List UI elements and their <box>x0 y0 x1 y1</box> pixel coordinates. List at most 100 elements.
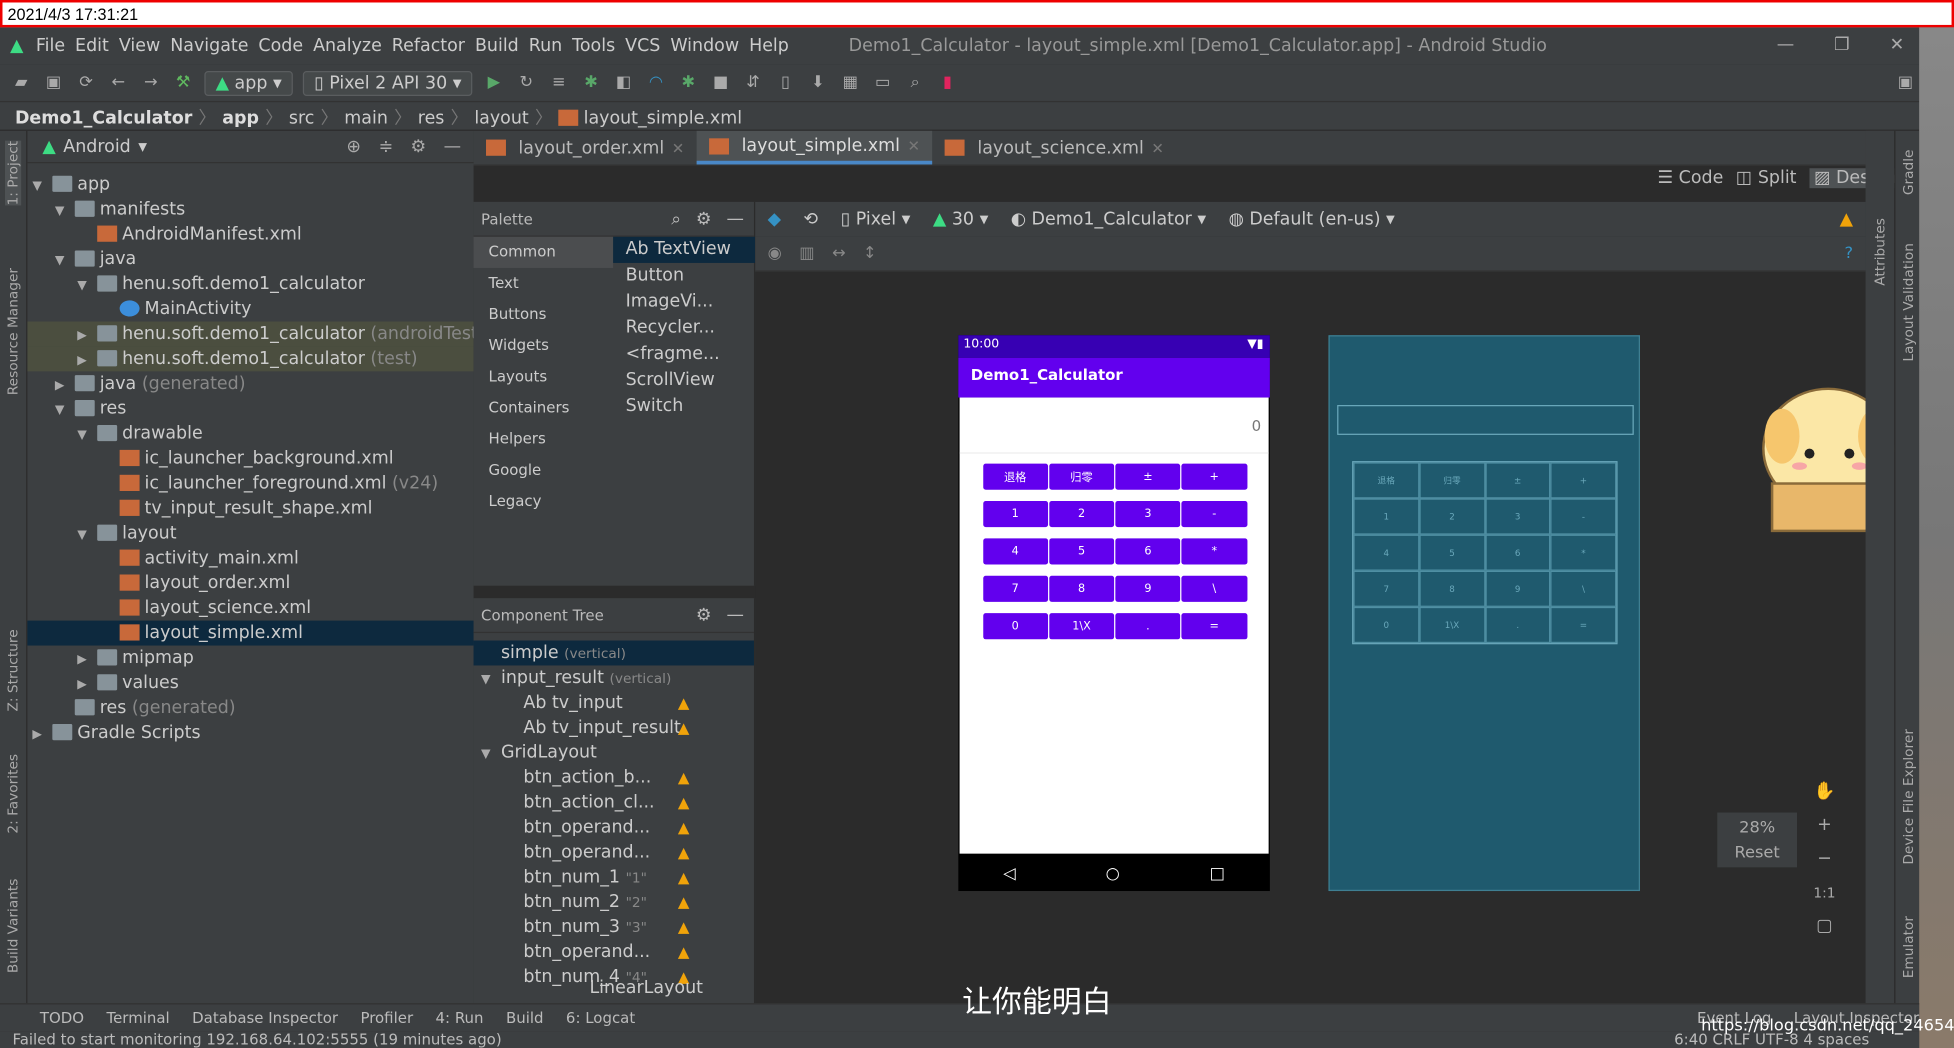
component-tree-row[interactable]: btn_operand... ▲ <box>474 940 754 965</box>
warning-icon[interactable]: ▲ <box>678 815 690 840</box>
tree-item[interactable]: res (generated) <box>27 695 473 720</box>
blueprint-key[interactable]: = <box>1550 606 1617 644</box>
tree-item[interactable]: ▼ app <box>27 172 473 197</box>
calc-key[interactable]: 2 <box>1048 500 1115 528</box>
palette-item[interactable]: ImageVi... <box>613 289 755 315</box>
expand-arrow-icon[interactable]: ▼ <box>481 668 501 693</box>
tree-item[interactable]: ▶ values <box>27 670 473 695</box>
blueprint-key[interactable]: 退格 <box>1353 462 1420 499</box>
minimize-icon[interactable]: — <box>1777 35 1794 55</box>
blueprint-key[interactable]: 8 <box>1419 570 1485 607</box>
breadcrumb-item[interactable]: Demo1_Calculator <box>15 108 192 128</box>
palette-category-buttons[interactable]: Buttons <box>474 299 614 330</box>
debug-icon[interactable]: ✱ <box>580 74 602 93</box>
calc-key[interactable]: + <box>1181 463 1247 490</box>
apply-code-icon[interactable]: ≡ <box>547 74 569 93</box>
warning-icon[interactable]: ▲ <box>1840 209 1853 229</box>
palette-category-google[interactable]: Google <box>474 455 614 486</box>
tree-item[interactable]: ic_launcher_background.xml <box>27 446 473 471</box>
blueprint-key[interactable]: + <box>1550 462 1617 499</box>
breadcrumb-item[interactable]: layout_simple.xml <box>584 108 742 128</box>
breadcrumb-item[interactable]: layout <box>474 108 528 128</box>
component-tree-row[interactable]: btn_num_1 "1" ▲ <box>474 865 754 890</box>
blueprint-key[interactable]: 0 <box>1353 606 1420 644</box>
blueprint-key[interactable]: 4 <box>1353 534 1420 571</box>
emulator-tab[interactable]: Emulator <box>1900 916 1916 978</box>
blueprint-key[interactable]: - <box>1550 498 1617 535</box>
palette-category-common[interactable]: Common <box>473 236 614 268</box>
menu-window[interactable]: Window <box>670 36 739 56</box>
hide-icon[interactable]: — <box>444 136 461 156</box>
tree-item[interactable]: ▶ henu.soft.demo1_calculator (androidTest… <box>27 321 485 347</box>
zoom-out-icon[interactable]: − <box>1809 842 1839 876</box>
tab-layout-simple[interactable]: layout_simple.xml ✕ <box>696 130 933 165</box>
tree-item[interactable]: ▶ henu.soft.demo1_calculator (test) <box>27 346 474 372</box>
breadcrumb-item[interactable]: src <box>289 108 314 128</box>
tree-item[interactable]: AndroidManifest.xml <box>27 222 473 247</box>
component-tree-row[interactable]: Ab tv_input ▲ <box>474 690 754 715</box>
theme-select[interactable]: ◐ Demo1_Calculator ▾ <box>1011 209 1206 229</box>
gradle-tab[interactable]: Gradle <box>1900 150 1916 196</box>
build-variants-tab[interactable]: Build Variants <box>5 879 21 974</box>
palette-item[interactable]: Button <box>613 263 755 289</box>
attach-icon[interactable]: ◧ <box>612 74 634 93</box>
palette-category-containers[interactable]: Containers <box>474 393 614 424</box>
warning-icon[interactable]: ▲ <box>678 865 690 890</box>
tree-item[interactable]: ic_launcher_foreground.xml (v24) <box>27 471 473 496</box>
palette-category-widgets[interactable]: Widgets <box>474 330 614 361</box>
blueprint-key[interactable]: 1 <box>1353 498 1420 535</box>
palette-item[interactable]: Ab TextView <box>613 236 756 263</box>
tool-6-logcat[interactable]: 6: Logcat <box>566 1009 635 1026</box>
calc-key[interactable]: 1\X <box>1048 613 1115 640</box>
orientation-icon[interactable]: ⟲ <box>804 209 819 229</box>
blueprint-key[interactable]: 5 <box>1419 534 1485 571</box>
warning-icon[interactable]: ▲ <box>678 840 690 865</box>
blueprint-key[interactable]: * <box>1550 534 1617 571</box>
layout-validation-tab[interactable]: Layout Validation <box>1900 243 1916 362</box>
profile-icon[interactable]: ◠ <box>645 74 667 93</box>
component-tree-row[interactable]: simple (vertical) <box>473 640 754 666</box>
component-tree-row[interactable]: ▼ input_result (vertical) <box>474 665 754 690</box>
tree-item[interactable]: layout_simple.xml <box>27 620 474 646</box>
vertical-icon[interactable]: ↕ <box>863 244 877 263</box>
tree-item[interactable]: layout_order.xml <box>27 571 473 596</box>
component-tree-row[interactable]: btn_num_2 "2" ▲ <box>474 890 754 915</box>
menu-refactor[interactable]: Refactor <box>392 36 465 56</box>
palette-item[interactable]: Switch <box>613 394 755 420</box>
tool-todo[interactable]: TODO <box>40 1009 84 1026</box>
tree-item[interactable]: ▼ drawable <box>27 421 473 446</box>
device-manager-icon[interactable]: ▮ <box>936 74 958 93</box>
tool-build[interactable]: Build <box>506 1009 544 1026</box>
menu-analyze[interactable]: Analyze <box>313 36 382 56</box>
tool-4-run[interactable]: 4: Run <box>436 1009 484 1026</box>
menu-tools[interactable]: Tools <box>572 36 615 56</box>
expand-arrow-icon[interactable]: ▶ <box>32 723 52 748</box>
stop-icon[interactable]: ■ <box>709 74 731 93</box>
calc-key[interactable]: 8 <box>1048 575 1115 602</box>
calc-key[interactable]: * <box>1181 538 1247 565</box>
menu-build[interactable]: Build <box>475 36 519 56</box>
palette-category-legacy[interactable]: Legacy <box>474 486 614 517</box>
search-icon[interactable]: ⌕ <box>671 209 681 229</box>
open-icon[interactable]: ▰ <box>10 74 32 93</box>
calc-key[interactable]: = <box>1181 613 1247 640</box>
calc-key[interactable]: \ <box>1181 575 1247 602</box>
calc-key[interactable]: ± <box>1115 463 1181 490</box>
result-display[interactable]: 0 <box>959 398 1269 454</box>
component-tree-row[interactable]: btn_action_cl... ▲ <box>474 790 754 815</box>
search-icon[interactable]: ⌕ <box>904 74 926 93</box>
run-config-select[interactable]: ▲ app ▾ <box>204 70 293 96</box>
menu-edit[interactable]: Edit <box>75 36 109 56</box>
blueprint-key[interactable]: ± <box>1484 462 1551 499</box>
palette-item[interactable]: Recycler... <box>613 315 755 341</box>
split-mode-button[interactable]: ◫ Split <box>1736 168 1797 188</box>
project-view-select[interactable]: Android <box>63 136 130 156</box>
tree-item[interactable]: MainActivity <box>27 297 473 322</box>
expand-arrow-icon[interactable]: ▼ <box>77 274 97 299</box>
tree-item[interactable]: ▼ java <box>27 247 473 272</box>
pan-icon[interactable]: ✋ <box>1809 775 1839 809</box>
api-select[interactable]: ▲ 30 ▾ <box>933 209 989 229</box>
structure-tab[interactable]: Z: Structure <box>5 629 21 711</box>
expand-arrow-icon[interactable]: ▼ <box>55 399 75 424</box>
sync-icon[interactable]: ⟳ <box>75 74 97 93</box>
